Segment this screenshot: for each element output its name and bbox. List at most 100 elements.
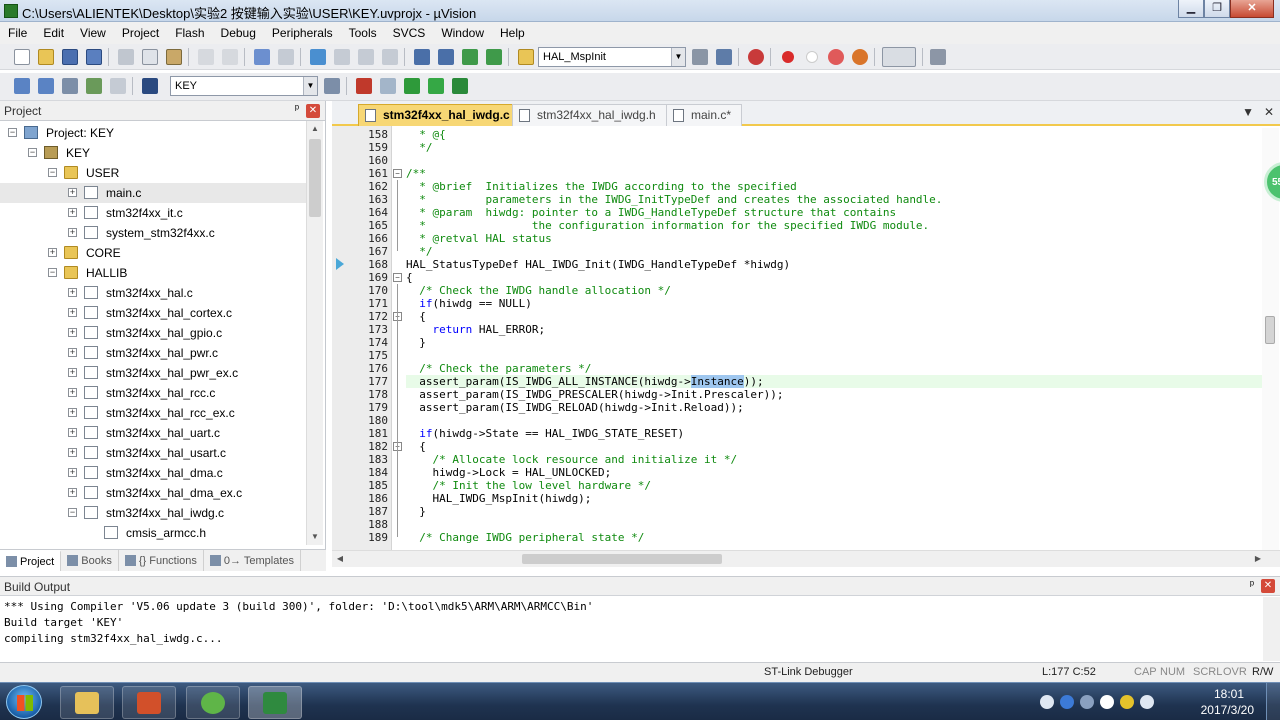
- tab-books[interactable]: Books: [61, 550, 119, 571]
- code-line[interactable]: */: [406, 141, 1262, 154]
- code-line[interactable]: [406, 414, 1262, 427]
- redo-icon[interactable]: [222, 49, 238, 65]
- indent-icon[interactable]: [414, 49, 430, 65]
- code-line[interactable]: /* Init the low level hardware */: [406, 479, 1262, 492]
- kill-breakpoints-icon[interactable]: [852, 49, 868, 65]
- code-line[interactable]: [406, 154, 1262, 167]
- tree-item[interactable]: + stm32f4xx_hal.c: [0, 283, 306, 303]
- menu-peripherals[interactable]: Peripherals: [264, 22, 341, 44]
- menu-view[interactable]: View: [72, 22, 114, 44]
- code-line[interactable]: assert_param(IS_IWDG_RELOAD(hiwdg->Init.…: [406, 401, 1262, 414]
- clock-date[interactable]: 2017/3/20: [1201, 703, 1254, 717]
- minimize-button[interactable]: ▁: [1178, 0, 1204, 18]
- breakpoint-icon[interactable]: [782, 51, 794, 63]
- code-line[interactable]: {: [406, 440, 1262, 453]
- pin-icon[interactable]: ᵖ: [1250, 579, 1254, 591]
- scroll-thumb[interactable]: [522, 554, 722, 564]
- code-line[interactable]: HAL_IWDG_MspInit(hiwdg);: [406, 492, 1262, 505]
- expand-icon[interactable]: +: [68, 228, 77, 237]
- manage-components-icon[interactable]: [356, 78, 372, 94]
- select-packs-icon[interactable]: [380, 78, 396, 94]
- find-icon[interactable]: [692, 49, 708, 65]
- target-combo[interactable]: KEY ▼: [170, 76, 318, 96]
- tree-item[interactable]: + main.c: [0, 183, 306, 203]
- tree-item[interactable]: + system_stm32f4xx.c: [0, 223, 306, 243]
- collapse-icon[interactable]: −: [68, 508, 77, 517]
- undo-icon[interactable]: [198, 49, 214, 65]
- save-icon[interactable]: [62, 49, 78, 65]
- security-icon[interactable]: [1120, 695, 1134, 709]
- code-line[interactable]: [406, 518, 1262, 531]
- cut-icon[interactable]: [118, 49, 134, 65]
- clear-breakpoints-icon[interactable]: [828, 49, 844, 65]
- network-icon[interactable]: [1100, 695, 1114, 709]
- scroll-down-icon[interactable]: ▼: [307, 529, 323, 545]
- batch-build-icon[interactable]: [86, 78, 102, 94]
- tree-item[interactable]: + stm32f4xx_hal_dma.c: [0, 463, 306, 483]
- menu-tools[interactable]: Tools: [341, 22, 385, 44]
- stop-build-icon[interactable]: [110, 78, 126, 94]
- uvision-task[interactable]: [248, 686, 302, 719]
- code-line[interactable]: [406, 349, 1262, 362]
- pin-icon[interactable]: ᵖ: [295, 103, 299, 115]
- build-output-scrollbar[interactable]: [1263, 597, 1280, 661]
- expand-icon[interactable]: +: [68, 288, 77, 297]
- code-line[interactable]: /* Change IWDG peripheral state */: [406, 531, 1262, 544]
- code-line[interactable]: /* Check the parameters */: [406, 362, 1262, 375]
- paste-icon[interactable]: [166, 49, 182, 65]
- tree-item[interactable]: + stm32f4xx_it.c: [0, 203, 306, 223]
- show-desktop-button[interactable]: [1266, 683, 1280, 720]
- comment-icon[interactable]: [462, 49, 478, 65]
- code-line[interactable]: * @brief Initializes the IWDG according …: [406, 180, 1262, 193]
- expand-icon[interactable]: +: [68, 408, 77, 417]
- tree-item[interactable]: + stm32f4xx_hal_usart.c: [0, 443, 306, 463]
- new-file-icon[interactable]: [14, 49, 30, 65]
- expand-icon[interactable]: +: [68, 488, 77, 497]
- tray-expand-icon[interactable]: [1080, 695, 1094, 709]
- debug-session-icon[interactable]: [748, 49, 764, 65]
- open-folder-icon[interactable]: [38, 49, 54, 65]
- prev-bookmark-icon[interactable]: [334, 49, 350, 65]
- tree-item[interactable]: + stm32f4xx_hal_cortex.c: [0, 303, 306, 323]
- code-line[interactable]: */: [406, 245, 1262, 258]
- tree-item[interactable]: − Project: KEY: [0, 123, 306, 143]
- code-line[interactable]: /**: [406, 167, 1262, 180]
- code-line[interactable]: return HAL_ERROR;: [406, 323, 1262, 336]
- tree-item[interactable]: + stm32f4xx_hal_dma_ex.c: [0, 483, 306, 503]
- code-line[interactable]: }: [406, 505, 1262, 518]
- code-line[interactable]: if(hiwdg == NULL): [406, 297, 1262, 310]
- close-button[interactable]: ✕: [1230, 0, 1274, 18]
- menu-window[interactable]: Window: [433, 22, 492, 44]
- function-combo[interactable]: HAL_MspInit ▼: [538, 47, 686, 67]
- tree-item[interactable]: + stm32f4xx_hal_pwr_ex.c: [0, 363, 306, 383]
- screen-recorder-task[interactable]: [186, 686, 240, 719]
- disable-breakpoint-icon[interactable]: [806, 51, 818, 63]
- copy-icon[interactable]: [142, 49, 158, 65]
- tree-item[interactable]: cmsis_armcc.h: [0, 523, 306, 543]
- expand-icon[interactable]: +: [68, 348, 77, 357]
- tab-templates[interactable]: 0→ Templates: [204, 550, 302, 571]
- expand-icon[interactable]: +: [68, 188, 77, 197]
- next-bookmark-icon[interactable]: [358, 49, 374, 65]
- tab-project[interactable]: Project: [0, 550, 62, 571]
- code-line[interactable]: if(hiwdg->State == HAL_IWDG_STATE_RESET): [406, 427, 1262, 440]
- bookmark-icon[interactable]: [310, 49, 326, 65]
- menu-help[interactable]: Help: [492, 22, 533, 44]
- expand-icon[interactable]: +: [48, 248, 57, 257]
- explorer-task[interactable]: [60, 686, 114, 719]
- powerpoint-task[interactable]: [122, 686, 176, 719]
- code-line[interactable]: /* Check the IWDG handle allocation */: [406, 284, 1262, 297]
- expand-icon[interactable]: +: [68, 388, 77, 397]
- navigate-back-icon[interactable]: [254, 49, 270, 65]
- clock-time[interactable]: 18:01: [1214, 687, 1244, 701]
- maximize-button[interactable]: ❐: [1204, 0, 1230, 18]
- menu-debug[interactable]: Debug: [213, 22, 264, 44]
- code-line[interactable]: {: [406, 271, 1262, 284]
- code-text-area[interactable]: * @{ */ /** * @brief Initializes the IWDG…: [406, 128, 1262, 550]
- close-icon[interactable]: ✕: [1261, 579, 1275, 593]
- expand-icon[interactable]: +: [68, 428, 77, 437]
- code-line[interactable]: }: [406, 336, 1262, 349]
- tab-list-dropdown[interactable]: ▼: [1242, 105, 1254, 119]
- menu-edit[interactable]: Edit: [35, 22, 72, 44]
- scroll-right-icon[interactable]: ▶: [1250, 551, 1266, 567]
